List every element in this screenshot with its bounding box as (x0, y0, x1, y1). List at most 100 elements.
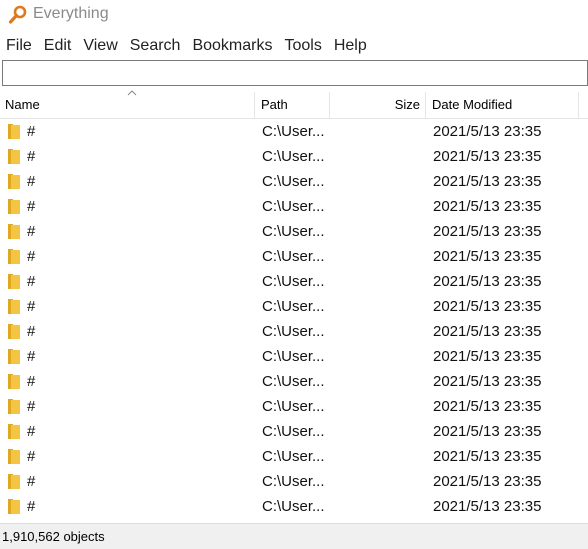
table-row[interactable]: # C:\User... 2021/5/13 23:35 (0, 169, 588, 194)
cell-date-modified: 2021/5/13 23:35 (433, 173, 542, 190)
column-path-label: Path (261, 97, 288, 112)
cell-path: C:\User... (262, 498, 325, 515)
cell-date-modified: 2021/5/13 23:35 (433, 298, 542, 315)
cell-size (330, 319, 420, 344)
table-row[interactable]: # C:\User... 2021/5/13 23:35 (0, 119, 588, 144)
table-row[interactable]: # C:\User... 2021/5/13 23:35 (0, 144, 588, 169)
cell-size (330, 369, 420, 394)
column-date-modified[interactable]: Date Modified (432, 92, 578, 118)
cell-size (330, 294, 420, 319)
cell-name: # (27, 248, 36, 265)
cell-path: C:\User... (262, 473, 325, 490)
folder-icon (8, 274, 20, 289)
cell-date-modified: 2021/5/13 23:35 (433, 348, 542, 365)
cell-size (330, 244, 420, 269)
column-header: Name Path Size Date Modified (0, 90, 588, 119)
folder-icon (8, 174, 20, 189)
cell-size (330, 144, 420, 169)
menu-tools[interactable]: Tools (278, 33, 327, 59)
magnifier-icon (8, 5, 27, 24)
menu-bar: File Edit View Search Bookmarks Tools He… (0, 33, 588, 59)
cell-path: C:\User... (262, 348, 325, 365)
table-row[interactable]: # C:\User... 2021/5/13 23:35 (0, 219, 588, 244)
cell-date-modified: 2021/5/13 23:35 (433, 323, 542, 340)
cell-date-modified: 2021/5/13 23:35 (433, 423, 542, 440)
cell-size (330, 419, 420, 444)
table-row[interactable]: # C:\User... 2021/5/13 23:35 (0, 244, 588, 269)
folder-icon (8, 449, 20, 464)
column-size[interactable]: Size (330, 92, 420, 118)
cell-name: # (27, 273, 36, 290)
table-row[interactable]: # C:\User... 2021/5/13 23:35 (0, 369, 588, 394)
table-row[interactable]: # C:\User... 2021/5/13 23:35 (0, 194, 588, 219)
search-box (2, 60, 588, 86)
cell-size (330, 194, 420, 219)
cell-date-modified: 2021/5/13 23:35 (433, 398, 542, 415)
status-bar: 1,910,562 objects (0, 523, 588, 549)
table-row[interactable]: # C:\User... 2021/5/13 23:35 (0, 269, 588, 294)
folder-icon (8, 349, 20, 364)
column-size-label: Size (394, 97, 420, 112)
column-path[interactable]: Path (261, 92, 329, 118)
cell-size (330, 444, 420, 469)
cell-date-modified: 2021/5/13 23:35 (433, 373, 542, 390)
search-input[interactable] (3, 61, 587, 85)
folder-icon (8, 374, 20, 389)
cell-name: # (27, 298, 36, 315)
cell-name: # (27, 498, 36, 515)
cell-size (330, 494, 420, 519)
cell-size (330, 344, 420, 369)
menu-file[interactable]: File (0, 33, 38, 59)
cell-path: C:\User... (262, 423, 325, 440)
cell-path: C:\User... (262, 273, 325, 290)
column-divider[interactable] (578, 92, 579, 118)
folder-icon (8, 399, 20, 414)
menu-view[interactable]: View (77, 33, 123, 59)
table-row[interactable]: # C:\User... 2021/5/13 23:35 (0, 444, 588, 469)
menu-help[interactable]: Help (328, 33, 373, 59)
folder-icon (8, 424, 20, 439)
title-bar: Everything (0, 0, 588, 32)
cell-size (330, 169, 420, 194)
cell-date-modified: 2021/5/13 23:35 (433, 123, 542, 140)
cell-path: C:\User... (262, 448, 325, 465)
cell-name: # (27, 173, 36, 190)
table-row[interactable]: # C:\User... 2021/5/13 23:35 (0, 469, 588, 494)
results-list: # C:\User... 2021/5/13 23:35 # C:\User... 202… (0, 119, 588, 521)
cell-size (330, 269, 420, 294)
table-row[interactable]: # C:\User... 2021/5/13 23:35 (0, 344, 588, 369)
table-row[interactable]: # C:\User... 2021/5/13 23:35 (0, 394, 588, 419)
column-name[interactable]: Name (5, 90, 255, 118)
cell-name: # (27, 348, 36, 365)
table-row[interactable]: # C:\User... 2021/5/13 23:35 (0, 319, 588, 344)
menu-edit[interactable]: Edit (38, 33, 78, 59)
menu-bookmarks[interactable]: Bookmarks (186, 33, 278, 59)
cell-path: C:\User... (262, 323, 325, 340)
folder-icon (8, 124, 20, 139)
cell-size (330, 119, 420, 144)
cell-name: # (27, 373, 36, 390)
cell-name: # (27, 423, 36, 440)
cell-date-modified: 2021/5/13 23:35 (433, 273, 542, 290)
column-divider[interactable] (425, 92, 426, 118)
cell-path: C:\User... (262, 398, 325, 415)
table-row[interactable]: # C:\User... 2021/5/13 23:35 (0, 419, 588, 444)
column-date-modified-label: Date Modified (432, 97, 513, 112)
folder-icon (8, 224, 20, 239)
status-object-count: 1,910,562 objects (2, 529, 105, 544)
folder-icon (8, 199, 20, 214)
cell-path: C:\User... (262, 148, 325, 165)
menu-search[interactable]: Search (124, 33, 187, 59)
cell-name: # (27, 123, 36, 140)
folder-icon (8, 324, 20, 339)
window-title: Everything (33, 5, 109, 22)
table-row[interactable]: # C:\User... 2021/5/13 23:35 (0, 494, 588, 519)
table-row[interactable]: # C:\User... 2021/5/13 23:35 (0, 294, 588, 319)
column-divider[interactable] (254, 92, 255, 118)
cell-date-modified: 2021/5/13 23:35 (433, 223, 542, 240)
cell-path: C:\User... (262, 123, 325, 140)
cell-date-modified: 2021/5/13 23:35 (433, 198, 542, 215)
cell-name: # (27, 323, 36, 340)
cell-size (330, 394, 420, 419)
folder-icon (8, 299, 20, 314)
